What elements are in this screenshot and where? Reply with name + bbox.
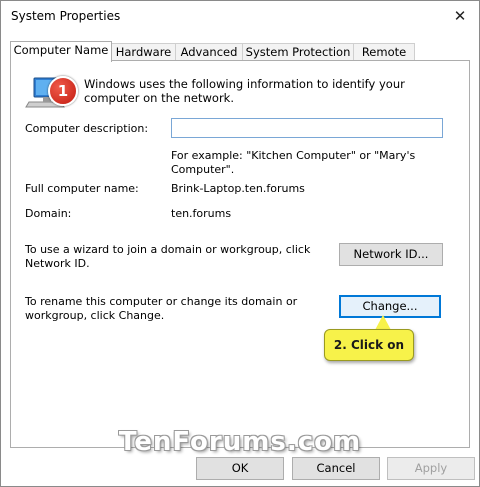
rename-description: To rename this computer or change its do… — [25, 295, 298, 322]
system-properties-window: System Properties ✕ Computer Name Hardwa… — [0, 0, 480, 487]
tab-computer-name[interactable]: Computer Name — [10, 41, 112, 62]
computer-description-label: Computer description: — [25, 122, 149, 135]
step-1-badge: 1 — [48, 76, 78, 106]
callout-arrow — [375, 315, 391, 330]
full-computer-name-value: Brink-Laptop.ten.forums — [171, 182, 305, 195]
step-2-callout: 2. Click on — [324, 329, 414, 361]
title-bar: System Properties ✕ — [1, 1, 479, 33]
tab-strip: Computer Name Hardware Advanced System P… — [10, 41, 470, 62]
watermark-logo: TenForums.com — [118, 427, 362, 457]
window-title: System Properties — [11, 9, 121, 23]
network-id-description: To use a wizard to join a domain or work… — [25, 243, 311, 270]
domain-value: ten.forums — [171, 207, 232, 220]
full-computer-name-label: Full computer name: — [25, 182, 139, 195]
cancel-button[interactable]: Cancel — [292, 457, 380, 480]
domain-label: Domain: — [25, 207, 72, 220]
example-text: For example: "Kitchen Computer" or "Mary… — [171, 149, 416, 176]
tab-advanced[interactable]: Advanced — [175, 43, 243, 61]
close-icon[interactable]: ✕ — [447, 5, 473, 29]
network-id-button[interactable]: Network ID... — [339, 243, 443, 266]
ok-button[interactable]: OK — [196, 457, 284, 480]
tab-system-protection[interactable]: System Protection — [242, 43, 354, 61]
intro-text: Windows uses the following information t… — [84, 77, 405, 105]
apply-button[interactable]: Apply — [387, 457, 475, 480]
tab-remote[interactable]: Remote — [353, 43, 415, 61]
computer-name-panel: Windows uses the following information t… — [10, 60, 470, 448]
computer-description-input[interactable] — [171, 118, 443, 138]
tab-hardware[interactable]: Hardware — [111, 43, 176, 61]
